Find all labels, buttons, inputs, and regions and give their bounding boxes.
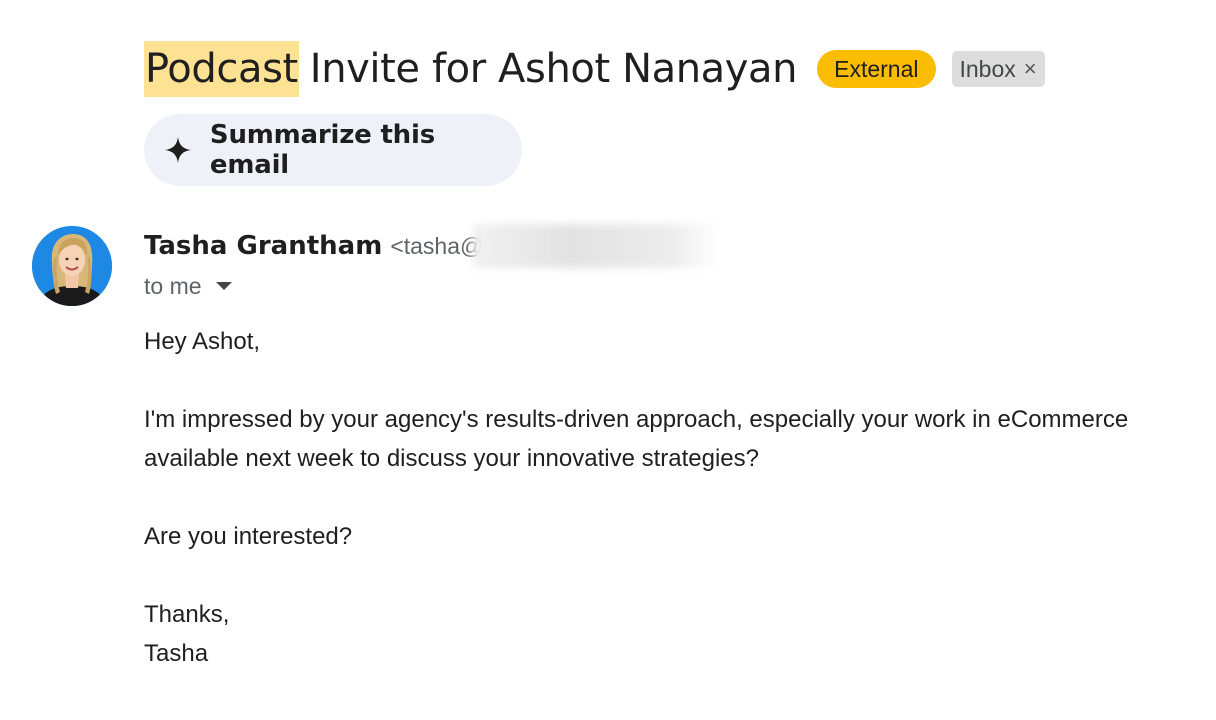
remove-label-icon[interactable]: × [1024, 51, 1037, 87]
avatar-photo [32, 226, 112, 306]
email-body-line-1: I'm impressed by your agency's results-d… [144, 406, 1129, 433]
subject-highlight: Podcast [144, 41, 299, 97]
caret-down-icon[interactable] [215, 282, 232, 290]
inbox-label-badge: Inbox × [951, 51, 1045, 87]
recipient-text: to me [144, 272, 202, 299]
redacted-email-blur [472, 224, 720, 268]
sparkle-icon [164, 137, 191, 163]
email-subject: Podcast Invite for Ashot Nanayan [144, 41, 798, 97]
email-body-line-2: available next week to discuss your inno… [144, 445, 759, 472]
sender-row: Tasha Grantham <tasha@ [144, 226, 483, 266]
external-label-badge: External [817, 50, 936, 88]
recipient-details-toggle[interactable]: to me [144, 270, 232, 302]
summarize-email-button[interactable]: Summarize this email [144, 114, 522, 186]
avatar[interactable] [32, 226, 112, 306]
subject-row: Podcast Invite for Ashot Nanayan Externa… [144, 40, 1045, 98]
inbox-label-text: Inbox [959, 56, 1016, 82]
summarize-label: Summarize this email [209, 120, 435, 180]
email-signoff: Thanks, [144, 601, 230, 628]
email-greeting: Hey Ashot, [144, 328, 261, 355]
sender-name[interactable]: Tasha Grantham [144, 231, 382, 261]
subject-text: Invite for Ashot Nanayan [309, 46, 798, 92]
email-signature: Tasha [144, 640, 209, 667]
email-question: Are you interested? [144, 523, 353, 550]
sender-email: <tasha@ [390, 232, 484, 259]
